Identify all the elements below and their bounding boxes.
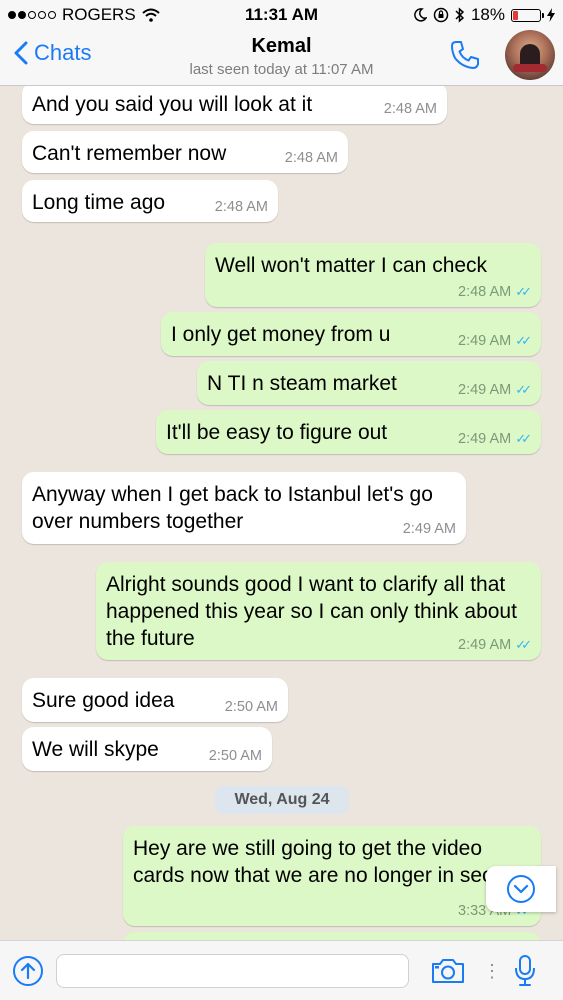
message-time: 2:48 AM	[284, 150, 338, 166]
date-separator: Wed, Aug 24	[215, 786, 349, 814]
status-bar: ROGERS 11:31 AM 18%	[0, 0, 563, 30]
scroll-down-icon	[507, 875, 535, 903]
message-text: I only get money from u	[171, 323, 391, 346]
message-time: 2:48 AM	[383, 101, 437, 117]
message-time: 2:50 AM	[224, 699, 278, 715]
read-receipt-icon: ✓✓	[515, 333, 532, 348]
bluetooth-icon	[455, 7, 465, 23]
divider-dots: ⋮	[483, 961, 501, 981]
call-button[interactable]	[448, 38, 482, 77]
message-time: 2:48 AM	[214, 199, 268, 215]
message-text: It'll be easy to figure out	[166, 421, 388, 444]
message-text: We will skype	[32, 738, 159, 761]
message-text: Well won't matter I can check	[215, 254, 488, 277]
message-bubble-outgoing[interactable]: Well won't matter I can check 2:48 AM ✓✓	[205, 243, 541, 307]
message-bubble-outgoing-partial[interactable]	[123, 932, 541, 940]
contact-avatar[interactable]	[505, 30, 555, 80]
read-receipt-icon: ✓✓	[515, 382, 532, 397]
attach-up-icon	[13, 956, 43, 986]
message-text: Sure good idea	[32, 689, 175, 712]
message-text: Hey are we still going to get the video …	[133, 837, 518, 887]
scroll-to-bottom-button[interactable]	[486, 866, 556, 912]
camera-button[interactable]	[430, 957, 466, 990]
message-text: Long time ago	[32, 191, 166, 214]
message-time: 2:49 AM	[458, 333, 512, 349]
message-bubble-incoming[interactable]: Long time ago 2:48 AM	[22, 180, 278, 222]
message-text: And you said you will look at it	[32, 93, 313, 116]
orientation-lock-icon	[433, 7, 449, 23]
message-bubble-incoming[interactable]: Sure good idea 2:50 AM	[22, 678, 288, 722]
message-text: Anyway when I get back to Istanbul let's…	[32, 483, 433, 533]
message-bubble-outgoing[interactable]: N TI n steam market 2:49 AM ✓✓	[197, 361, 541, 405]
message-input-bar: ⋮	[0, 940, 563, 1000]
message-input[interactable]	[56, 954, 409, 988]
phone-icon	[451, 41, 479, 69]
charging-bolt-icon	[547, 8, 555, 22]
battery-icon	[511, 8, 544, 22]
message-time: 2:49 AM	[402, 521, 456, 537]
chat-header: Chats Kemal last seen today at 11:07 AM	[0, 30, 563, 86]
voice-message-button[interactable]	[514, 954, 536, 993]
message-bubble-incoming[interactable]: We will skype 2:50 AM	[22, 727, 272, 771]
read-receipt-icon: ✓✓	[515, 284, 532, 299]
message-list[interactable]: And you said you will look at it 2:48 AM…	[0, 86, 563, 940]
message-bubble-outgoing[interactable]: It'll be easy to figure out 2:49 AM ✓✓	[156, 410, 541, 454]
camera-icon	[432, 959, 464, 983]
message-text: N TI n steam market	[207, 372, 397, 395]
message-bubble-outgoing[interactable]: Alright sounds good I want to clarify al…	[96, 562, 541, 660]
message-text: Can't remember now	[32, 142, 227, 165]
message-text: Alright sounds good I want to clarify al…	[106, 573, 517, 650]
microphone-icon	[515, 955, 535, 986]
message-bubble-incoming[interactable]: Can't remember now 2:48 AM	[22, 131, 348, 173]
message-time: 2:49 AM	[458, 637, 512, 653]
message-time: 2:50 AM	[208, 748, 262, 764]
message-time: 2:48 AM	[458, 284, 512, 300]
message-bubble-outgoing[interactable]: Hey are we still going to get the video …	[123, 826, 541, 926]
message-bubble-incoming[interactable]: Anyway when I get back to Istanbul let's…	[22, 472, 466, 544]
message-bubble-incoming[interactable]: And you said you will look at it 2:48 AM	[22, 86, 447, 124]
attach-button[interactable]	[12, 955, 44, 992]
read-receipt-icon: ✓✓	[515, 637, 532, 652]
moon-icon	[414, 8, 427, 22]
message-bubble-outgoing[interactable]: I only get money from u 2:49 AM ✓✓	[161, 312, 541, 356]
message-time: 2:49 AM	[458, 382, 512, 398]
read-receipt-icon: ✓✓	[515, 431, 532, 446]
message-time: 2:49 AM	[458, 431, 512, 447]
battery-percentage: 18%	[470, 5, 505, 24]
